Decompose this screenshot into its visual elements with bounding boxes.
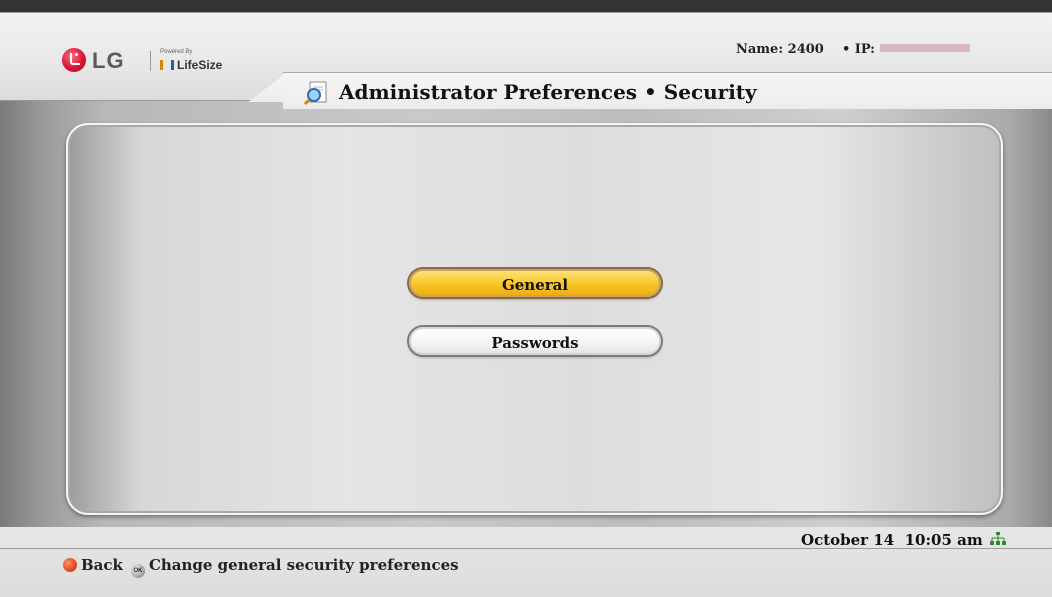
device-ip-value-redacted xyxy=(879,44,970,52)
lifesize-text: LifeSize xyxy=(177,58,223,72)
lg-brand-text: LG xyxy=(92,48,125,73)
lifesize-logo-icon xyxy=(160,60,174,70)
network-status-icon xyxy=(990,532,1006,545)
date-text: October 14 xyxy=(801,531,895,549)
lg-logo-icon xyxy=(62,48,86,72)
ok-button-icon[interactable]: OK xyxy=(130,564,145,578)
logo-separator xyxy=(150,51,151,71)
admin-preferences-icon xyxy=(303,81,327,106)
device-info: Name: 2400 • IP: xyxy=(736,42,970,57)
device-ip-label: • IP: xyxy=(841,42,875,57)
screen: LG Powered By LifeSize Name: 2400 • IP: … xyxy=(0,0,1052,597)
passwords-button[interactable]: Passwords xyxy=(409,327,661,355)
time-text: 10:05 am xyxy=(904,531,983,549)
remote-hints: Back OK Change general security preference… xyxy=(63,556,459,578)
top-edge xyxy=(0,0,1052,12)
device-name: Name: 2400 xyxy=(736,42,824,57)
general-button[interactable]: General xyxy=(409,269,661,297)
ok-hint-label: Change general security preferences xyxy=(148,556,459,574)
content-panel xyxy=(66,123,1003,515)
powered-by-text: Powered By xyxy=(160,49,193,55)
lifesize-logo: LifeSize xyxy=(160,58,222,72)
lg-logo: LG xyxy=(62,48,124,73)
page-title: Administrator Preferences • Security xyxy=(339,80,757,104)
back-button-icon[interactable] xyxy=(63,558,77,572)
date-time: October 14 10:05 am xyxy=(801,531,983,549)
back-hint-label: Back xyxy=(81,556,123,574)
